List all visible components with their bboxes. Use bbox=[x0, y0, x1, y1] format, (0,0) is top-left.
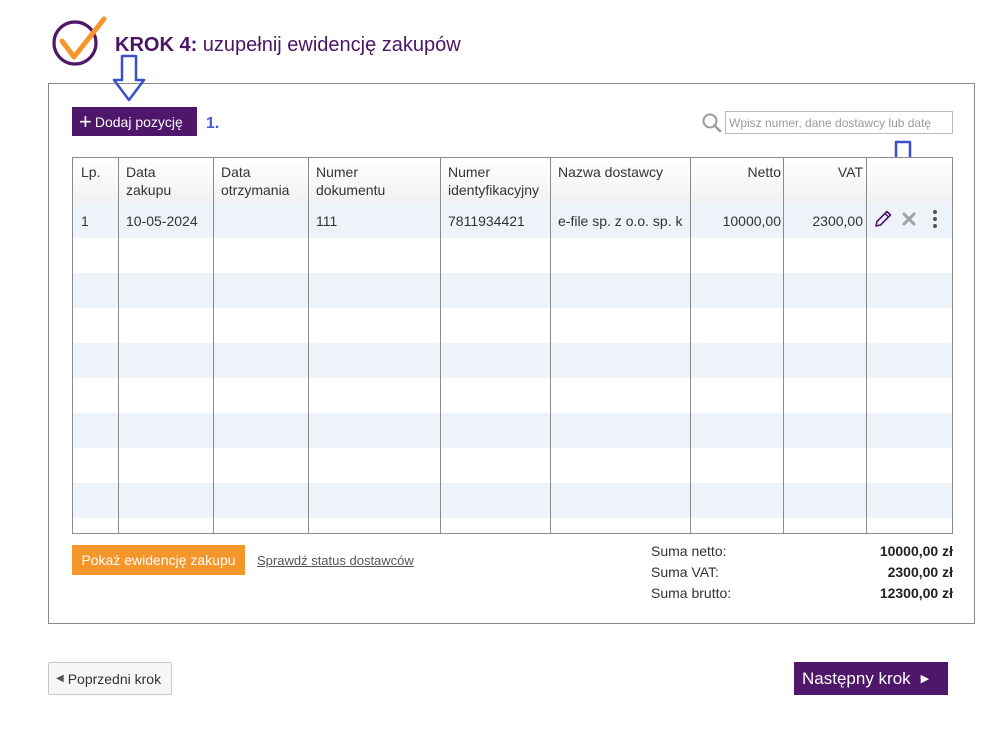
sum-brutto-value: 12300,00 zł bbox=[879, 585, 953, 601]
triangle-right-icon: ▶ bbox=[920, 673, 930, 685]
header-data-otrzymania: Data otrzymania bbox=[221, 164, 290, 198]
table-row-empty bbox=[73, 273, 952, 308]
table-row-empty bbox=[73, 378, 952, 413]
checkmark-logo-icon bbox=[52, 16, 107, 66]
step-title: uzupełnij ewidencję zakupów bbox=[202, 34, 461, 56]
column-divider bbox=[866, 158, 867, 533]
add-position-button[interactable]: + Dodaj pozycję bbox=[72, 107, 197, 136]
table-row[interactable]: 1 10-05-2024 111 7811934421 e-file sp. z… bbox=[73, 203, 952, 238]
search-input[interactable] bbox=[725, 111, 953, 134]
table-row-empty bbox=[73, 308, 952, 343]
plus-icon: + bbox=[79, 108, 92, 134]
header-nazwa-dostawcy: Nazwa dostawcy bbox=[558, 164, 664, 180]
search-icon bbox=[702, 113, 722, 133]
triangle-left-icon: ◀ bbox=[56, 673, 64, 684]
header-numer-dokumentu: Numer dokumentu bbox=[316, 164, 386, 198]
cell-data-zakupu: 10-05-2024 bbox=[126, 213, 198, 229]
previous-step-button[interactable]: ◀ Poprzedni krok bbox=[48, 662, 172, 695]
next-step-label: Następny krok bbox=[802, 668, 911, 688]
column-divider bbox=[440, 158, 441, 533]
add-position-label: Dodaj pozycję bbox=[94, 113, 183, 130]
page-title: KROK 4: uzupełnij ewidencję zakupów bbox=[115, 34, 461, 57]
table-row-empty bbox=[73, 413, 952, 448]
header-data-zakupu: Data zakupu bbox=[126, 164, 172, 198]
cell-vat: 2300,00 bbox=[812, 213, 863, 229]
cell-numer-dokumentu: 111 bbox=[316, 213, 338, 229]
sum-netto-value: 10000,00 zł bbox=[879, 543, 953, 559]
column-divider bbox=[783, 158, 784, 533]
more-vertical-icon[interactable] bbox=[931, 209, 939, 229]
step-label: KROK 4: bbox=[115, 34, 198, 56]
table-row-empty bbox=[73, 343, 952, 378]
header-lp: Lp. bbox=[81, 164, 101, 180]
table-row-empty bbox=[73, 483, 952, 518]
column-divider bbox=[118, 158, 119, 533]
pencil-edit-icon[interactable] bbox=[873, 209, 893, 229]
sum-brutto-label: Suma brutto: bbox=[651, 585, 732, 601]
column-divider bbox=[308, 158, 309, 533]
sum-vat-value: 2300,00 zł bbox=[887, 564, 953, 580]
sum-vat-label: Suma VAT: bbox=[651, 564, 719, 580]
cell-nazwa-dostawcy: e-file sp. z o.o. sp. k bbox=[558, 213, 683, 229]
cell-lp: 1 bbox=[81, 213, 89, 229]
column-divider bbox=[690, 158, 691, 533]
show-purchase-register-button[interactable]: Pokaż ewidencję zakupu bbox=[72, 545, 245, 575]
cell-netto: 10000,00 bbox=[722, 213, 781, 229]
header-numer-identyfikacyjny: Numer identyfikacyjny bbox=[448, 164, 540, 198]
next-step-button[interactable]: Następny krok ▶ bbox=[794, 662, 948, 695]
check-suppliers-status-link[interactable]: Sprawdź status dostawców bbox=[257, 553, 414, 568]
header-netto: Netto bbox=[747, 164, 781, 180]
column-divider bbox=[550, 158, 551, 533]
previous-step-label: Poprzedni krok bbox=[67, 670, 162, 687]
annotation-label-1: 1. bbox=[206, 115, 220, 132]
annotation-arrow-down-icon bbox=[112, 54, 146, 102]
table-row-empty bbox=[73, 448, 952, 483]
table-row-empty bbox=[73, 238, 952, 273]
close-icon[interactable] bbox=[902, 212, 916, 226]
table-header: Lp. Data zakupu Data otrzymania Numer dokum… bbox=[73, 158, 952, 204]
purchases-table: Lp. Data zakupu Data otrzymania Numer dokum… bbox=[72, 157, 953, 534]
sum-netto-label: Suma netto: bbox=[651, 543, 727, 559]
cell-numer-identyfikacyjny: 7811934421 bbox=[448, 213, 525, 229]
column-divider bbox=[213, 158, 214, 533]
header-vat: VAT bbox=[837, 164, 863, 180]
